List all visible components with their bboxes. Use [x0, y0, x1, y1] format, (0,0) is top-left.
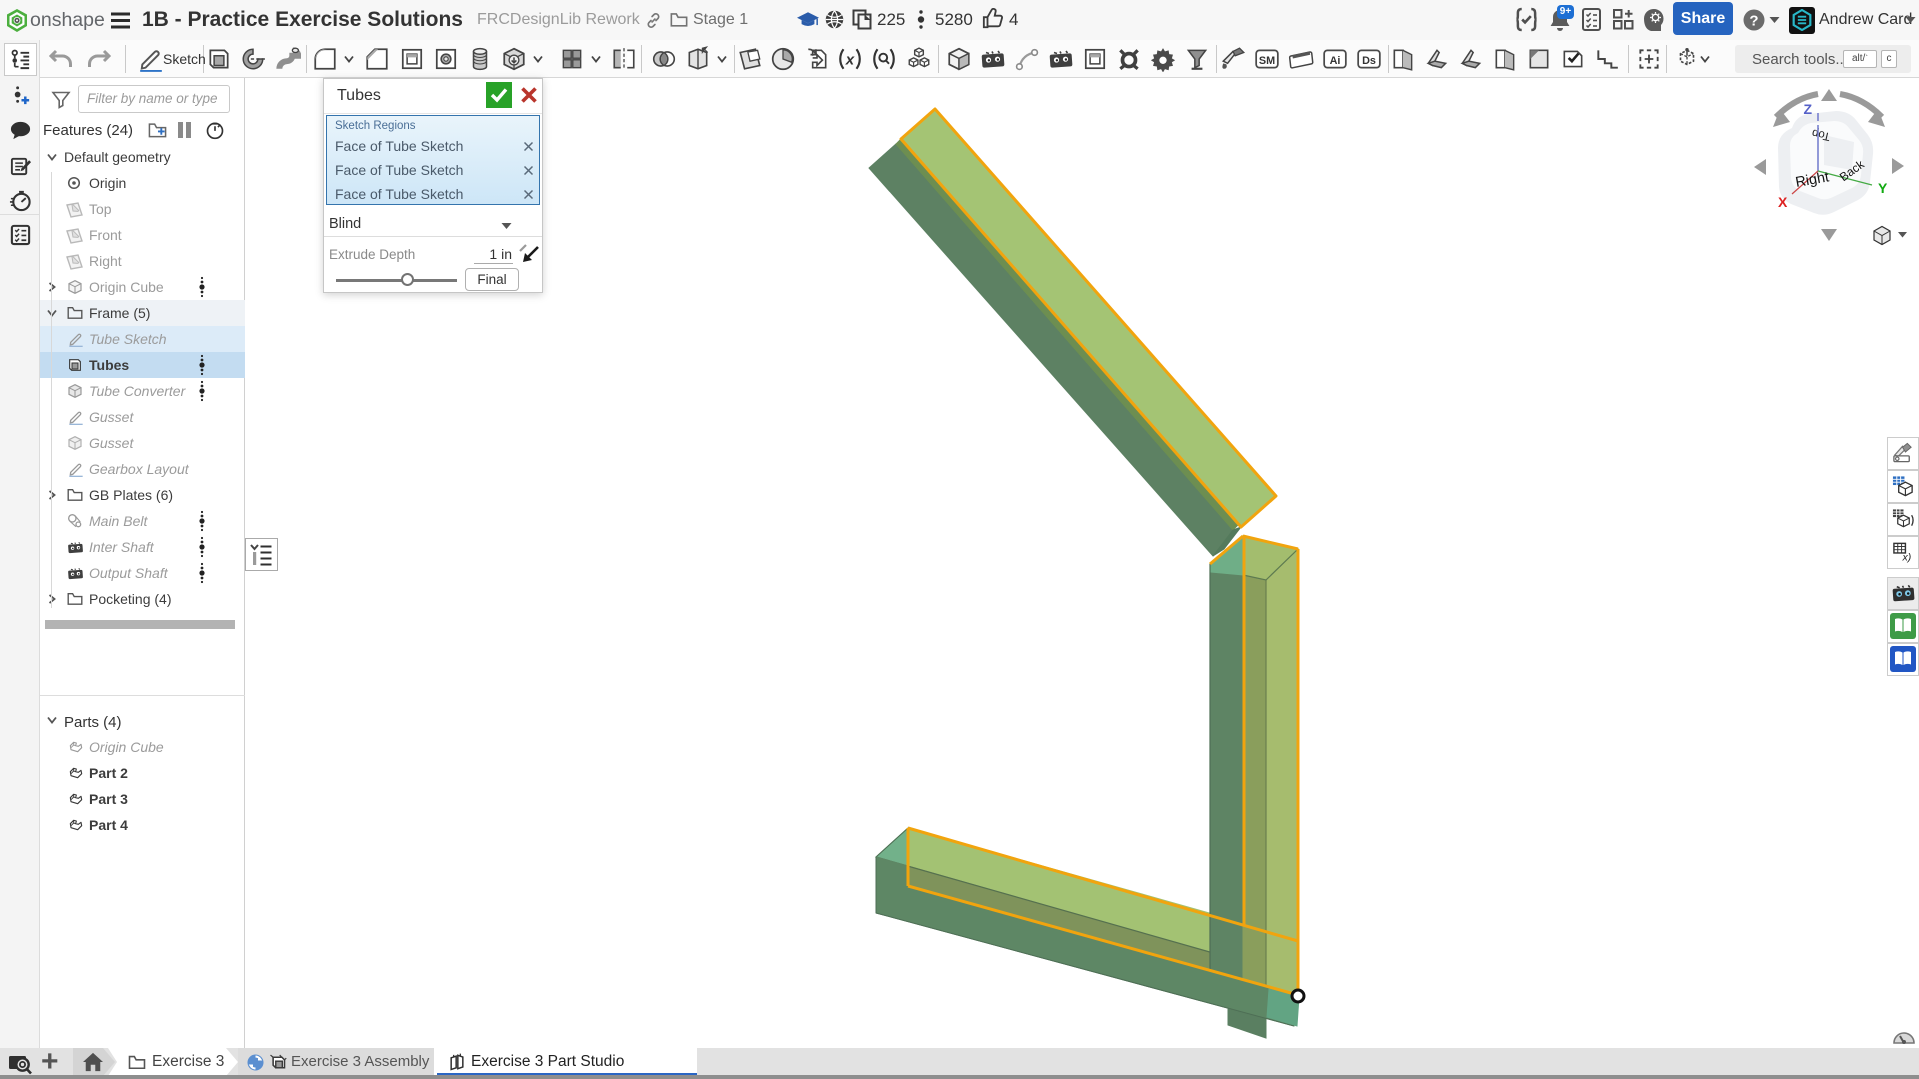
svg-text:SM: SM — [1259, 55, 1275, 67]
svg-text:X: X — [1778, 194, 1788, 210]
svg-text:Y: Y — [1878, 180, 1888, 196]
svg-text:Z: Z — [1803, 101, 1812, 117]
svg-text:Ai: Ai — [1330, 55, 1341, 67]
svg-text:x): x) — [1902, 552, 1912, 564]
svg-text:Ds: Ds — [1362, 55, 1376, 67]
svg-text:?: ? — [1749, 13, 1758, 30]
